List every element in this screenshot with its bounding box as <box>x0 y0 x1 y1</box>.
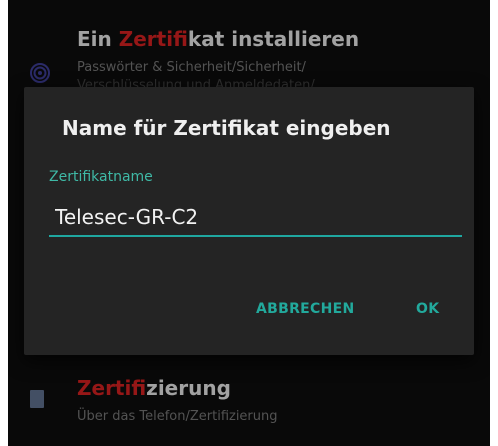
certificate-name-input[interactable] <box>49 199 462 237</box>
certificate-name-dialog: Name für Zertifikat eingeben Zertifikatn… <box>24 87 474 355</box>
ok-button[interactable]: OK <box>416 301 439 317</box>
dialog-title: Name für Zertifikat eingeben <box>62 116 391 140</box>
settings-screen: Ein Zertifikat installieren Passwörter &… <box>8 0 490 446</box>
cancel-button[interactable]: ABBRECHEN <box>256 301 355 317</box>
certificate-name-label: Zertifikatname <box>49 169 153 185</box>
